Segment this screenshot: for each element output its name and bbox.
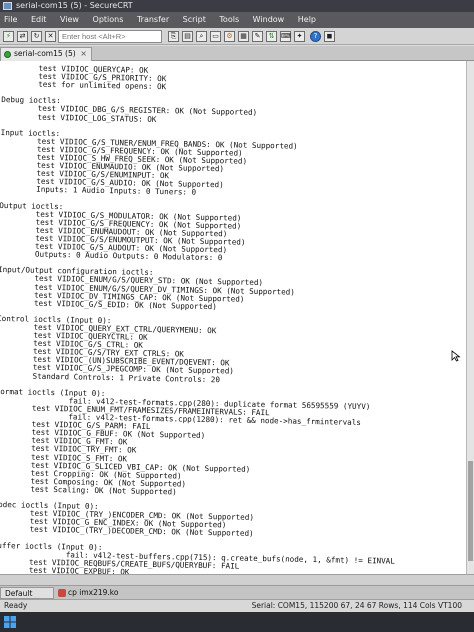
quick-connect-icon[interactable]: ⇄ <box>17 31 28 42</box>
tab-serial-com15[interactable]: serial-com15 (5) × <box>0 47 92 61</box>
scrollbar-thumb[interactable] <box>468 461 473 561</box>
status-ready: Ready <box>4 601 28 610</box>
sftp-icon[interactable]: ⇅ <box>266 31 277 42</box>
toolbar: ⚡ ⇄ ↻ ✕ ⎘ ▤ ⌕ ▭ ⚙ ▦ ✎ ⇅ ⌨ ✦ ? ◼ <box>0 28 474 45</box>
print-icon[interactable]: ▭ <box>210 31 221 42</box>
terminal-line: test VIDIOC_LOG_STATUS: OK <box>0 111 157 124</box>
terminal-scrollbar[interactable] <box>466 61 474 574</box>
connected-status-icon <box>4 51 11 58</box>
find-icon[interactable]: ⌕ <box>196 31 207 42</box>
settings-icon[interactable]: ⚙ <box>224 31 235 42</box>
tab-label: serial-com15 (5) <box>14 49 76 58</box>
tools-icon[interactable]: ✦ <box>294 31 305 42</box>
host-input[interactable] <box>58 30 162 43</box>
menu-window[interactable]: Window <box>253 12 285 28</box>
mouse-pointer-icon <box>451 350 461 362</box>
menu-view[interactable]: View <box>60 12 79 28</box>
menu-script[interactable]: Script <box>183 12 206 28</box>
menu-options[interactable]: Options <box>93 12 124 28</box>
terminal-output[interactable]: test VIDIOC_QUERYCAP: OK test VIDIOC_G/S… <box>0 61 466 574</box>
command-button-label: cp imx219.ko <box>68 588 119 597</box>
default-session-tab[interactable]: Default <box>0 587 54 599</box>
terminal-line: test for unlimited opens: OK <box>1 79 167 92</box>
window-title: serial-com15 (5) - SecureCRT <box>16 1 133 10</box>
button-bar: Default cp imx219.ko <box>0 585 474 599</box>
status-bar: Ready Serial: COM15, 115200 67, 24 67 Ro… <box>0 599 474 612</box>
log-icon[interactable]: ✎ <box>252 31 263 42</box>
session-tab-strip: serial-com15 (5) × <box>0 46 474 61</box>
connect-icon[interactable]: ⚡ <box>3 31 14 42</box>
command-button[interactable]: cp imx219.ko <box>56 587 122 599</box>
copy-icon[interactable]: ⎘ <box>168 31 179 42</box>
app-icon <box>3 2 12 10</box>
os-taskbar <box>0 612 474 632</box>
menu-tools[interactable]: Tools <box>219 12 239 28</box>
menu-help[interactable]: Help <box>298 12 316 28</box>
command-icon <box>58 589 66 597</box>
command-window[interactable] <box>0 574 474 585</box>
menu-file[interactable]: File <box>4 12 17 28</box>
status-connection-info: Serial: COM15, 115200 67, 24 67 Rows, 11… <box>251 601 462 610</box>
session-options-icon[interactable]: ▦ <box>238 31 249 42</box>
menu-bar: File Edit View Options Transfer Script T… <box>0 12 474 28</box>
lock-icon[interactable]: ◼ <box>324 31 335 42</box>
disconnect-icon[interactable]: ✕ <box>45 31 56 42</box>
securecrt-window: serial-com15 (5) - SecureCRT File Edit V… <box>0 0 474 632</box>
help-icon[interactable]: ? <box>310 31 321 42</box>
menu-transfer[interactable]: Transfer <box>137 12 169 28</box>
paste-icon[interactable]: ▤ <box>182 31 193 42</box>
title-bar: serial-com15 (5) - SecureCRT <box>0 0 474 12</box>
windows-start-icon[interactable] <box>4 616 16 628</box>
menu-edit[interactable]: Edit <box>31 12 47 28</box>
terminal-text: test VIDIOC_QUERYCAP: OK test VIDIOC_G/S… <box>0 64 404 574</box>
keymap-icon[interactable]: ⌨ <box>280 31 291 42</box>
reconnect-icon[interactable]: ↻ <box>31 31 42 42</box>
tab-close-icon[interactable]: × <box>80 48 87 60</box>
